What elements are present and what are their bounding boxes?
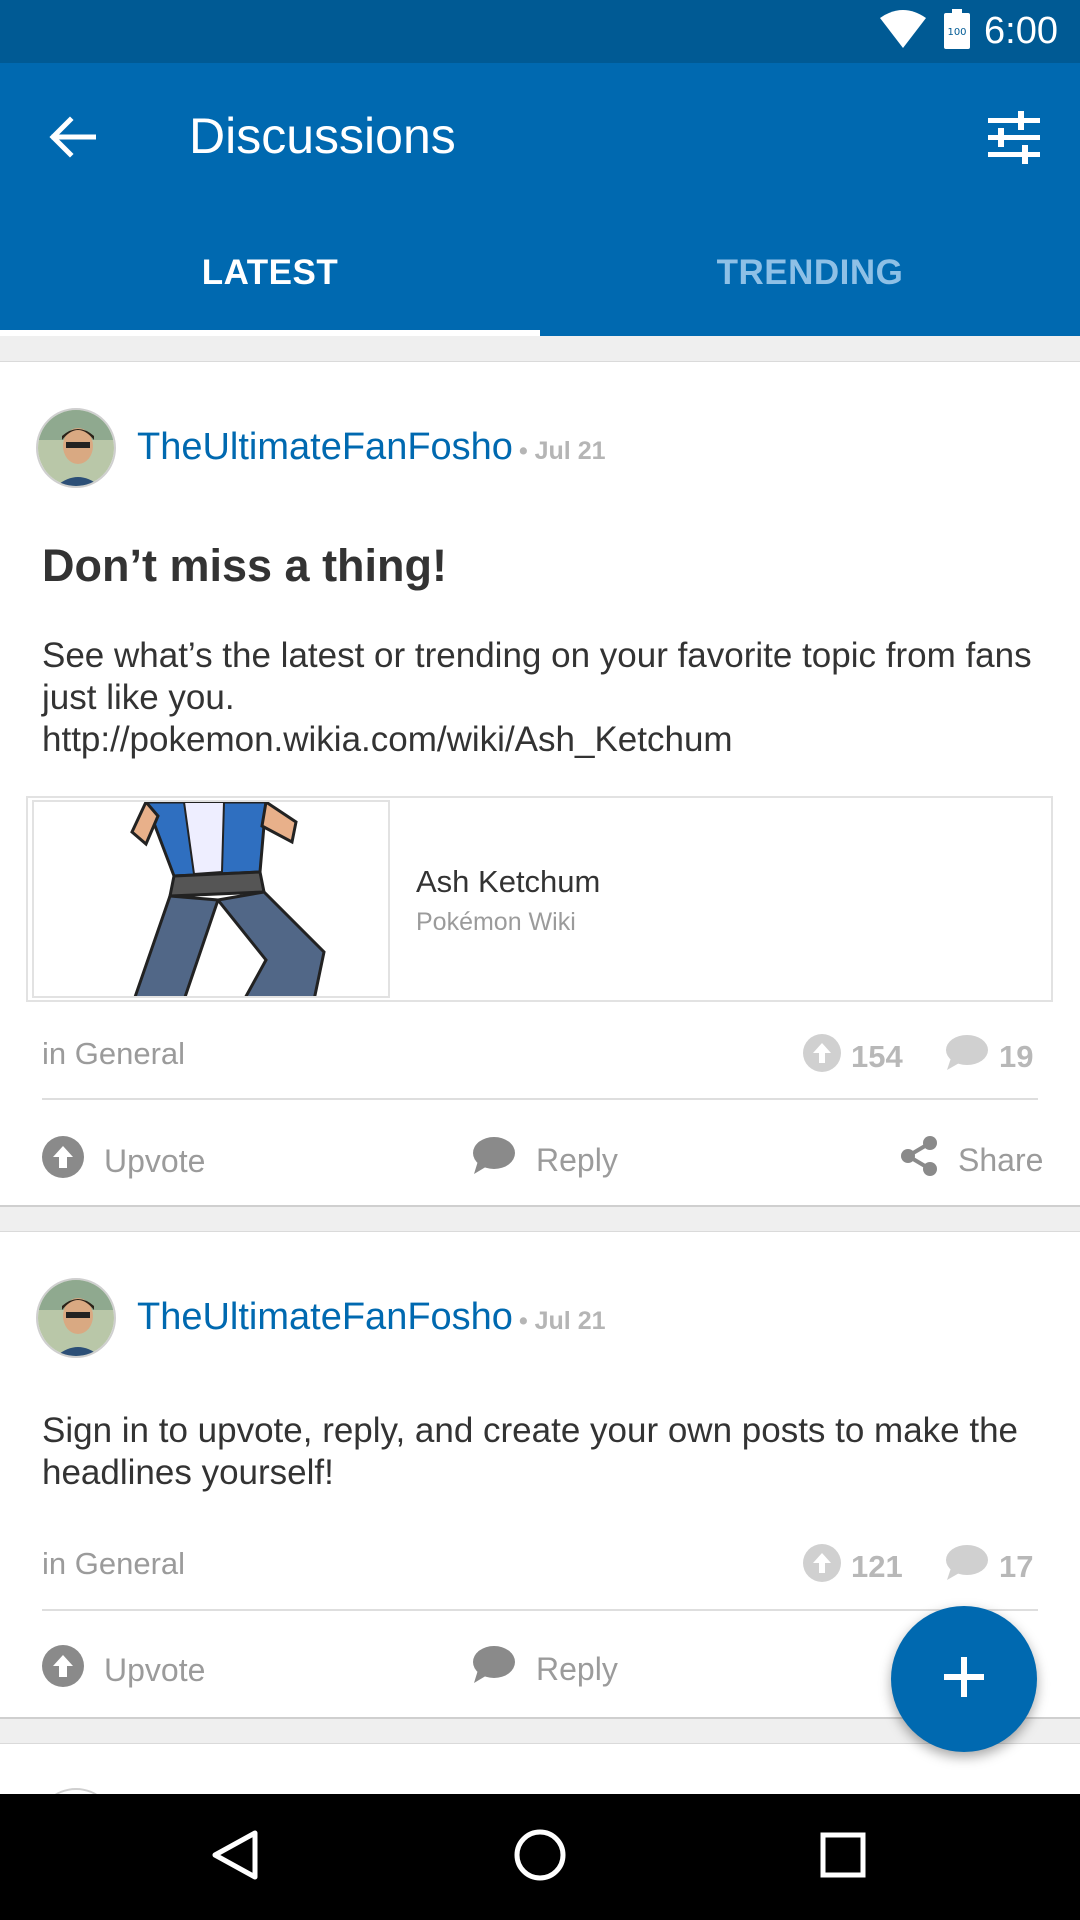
wifi-icon <box>880 10 927 53</box>
filter-icon <box>984 111 1044 172</box>
avatar[interactable] <box>36 1278 116 1358</box>
comment-icon <box>472 1645 536 1693</box>
page-title: Discussions <box>189 108 456 164</box>
battery-icon: 100 <box>944 9 971 54</box>
post-card[interactable]: TheUltimateFanFosho • Jul 21 Don’t miss a… <box>0 361 1080 1207</box>
post-title: Don’t miss a thing! <box>42 540 447 591</box>
back-arrow-icon <box>48 115 97 163</box>
divider <box>42 1609 1038 1611</box>
reply-count: 17 <box>945 1544 1033 1590</box>
divider <box>42 1098 1038 1100</box>
upvote-count: 154 <box>803 1034 903 1080</box>
author-line: TheUltimateFanFosho • Jul 21 <box>137 1296 606 1339</box>
upvote-icon <box>803 1034 851 1080</box>
upvote-button[interactable]: Upvote <box>42 1136 205 1186</box>
share-button[interactable]: Share <box>900 1136 1043 1184</box>
nav-back-button[interactable] <box>200 1822 270 1892</box>
comment-icon <box>945 1034 999 1080</box>
post-body-text: See what’s the latest or trending on you… <box>42 636 1032 717</box>
reply-button[interactable]: Reply <box>472 1645 618 1693</box>
upvote-label: Upvote <box>104 1142 206 1179</box>
tab-trending[interactable]: TRENDING <box>540 253 1080 293</box>
reply-label: Reply <box>536 1141 618 1178</box>
comment-icon <box>472 1136 536 1184</box>
tab-indicator <box>0 330 540 336</box>
upvote-count-label: 154 <box>851 1039 903 1074</box>
navigation-bar <box>0 1794 1080 1920</box>
upvote-icon <box>803 1544 851 1590</box>
tab-latest[interactable]: LATEST <box>0 253 540 293</box>
nav-home-button[interactable] <box>505 1822 575 1892</box>
nav-back-icon <box>211 1829 259 1886</box>
reply-count-label: 17 <box>999 1549 1034 1584</box>
post-body: See what’s the latest or trending on you… <box>42 635 1042 761</box>
share-icon <box>900 1136 958 1184</box>
upvote-icon <box>42 1136 104 1186</box>
link-preview[interactable]: Ash Ketchum Pokémon Wiki <box>26 796 1053 1002</box>
reply-button[interactable]: Reply <box>472 1136 618 1184</box>
app-bar: Discussions LATEST TRENDING <box>0 63 1080 336</box>
post-link[interactable]: http://pokemon.wikia.com/wiki/Ash_Ketchu… <box>42 719 1042 761</box>
comment-icon <box>945 1544 999 1590</box>
preview-title: Ash Ketchum <box>416 864 601 899</box>
preview-image <box>32 800 390 998</box>
back-button[interactable] <box>44 111 100 167</box>
status-time: 6:00 <box>984 10 1058 52</box>
nav-recents-button[interactable] <box>808 1822 878 1892</box>
reply-count-label: 19 <box>999 1039 1034 1074</box>
author-line: TheUltimateFanFosho • Jul 21 <box>137 426 606 469</box>
upvote-count: 121 <box>803 1544 903 1590</box>
share-label: Share <box>958 1141 1044 1178</box>
plus-icon <box>944 1656 984 1702</box>
reply-label: Reply <box>536 1650 618 1687</box>
upvote-button[interactable]: Upvote <box>42 1645 205 1695</box>
post-category[interactable]: in General <box>42 1036 185 1072</box>
upvote-icon <box>42 1645 104 1695</box>
author-name[interactable]: TheUltimateFanFosho <box>137 426 513 468</box>
reply-count: 19 <box>945 1034 1033 1080</box>
nav-recents-icon <box>820 1832 866 1883</box>
upvote-label: Upvote <box>104 1651 206 1688</box>
author-name[interactable]: TheUltimateFanFosho <box>137 1296 513 1338</box>
create-post-button[interactable] <box>891 1606 1037 1752</box>
status-bar: 100 6:00 <box>0 0 1080 63</box>
avatar[interactable] <box>36 408 116 488</box>
post-date: • Jul 21 <box>518 437 606 465</box>
preview-site: Pokémon Wiki <box>416 908 576 936</box>
nav-home-icon <box>514 1829 566 1886</box>
battery-level-label: 100 <box>947 27 966 38</box>
status-icons: 100 6:00 <box>880 0 1058 63</box>
upvote-count-label: 121 <box>851 1549 903 1584</box>
filter-button[interactable] <box>984 108 1044 168</box>
post-category[interactable]: in General <box>42 1546 185 1582</box>
post-date: • Jul 21 <box>518 1307 606 1335</box>
post-body: Sign in to upvote, reply, and create you… <box>42 1411 1019 1492</box>
